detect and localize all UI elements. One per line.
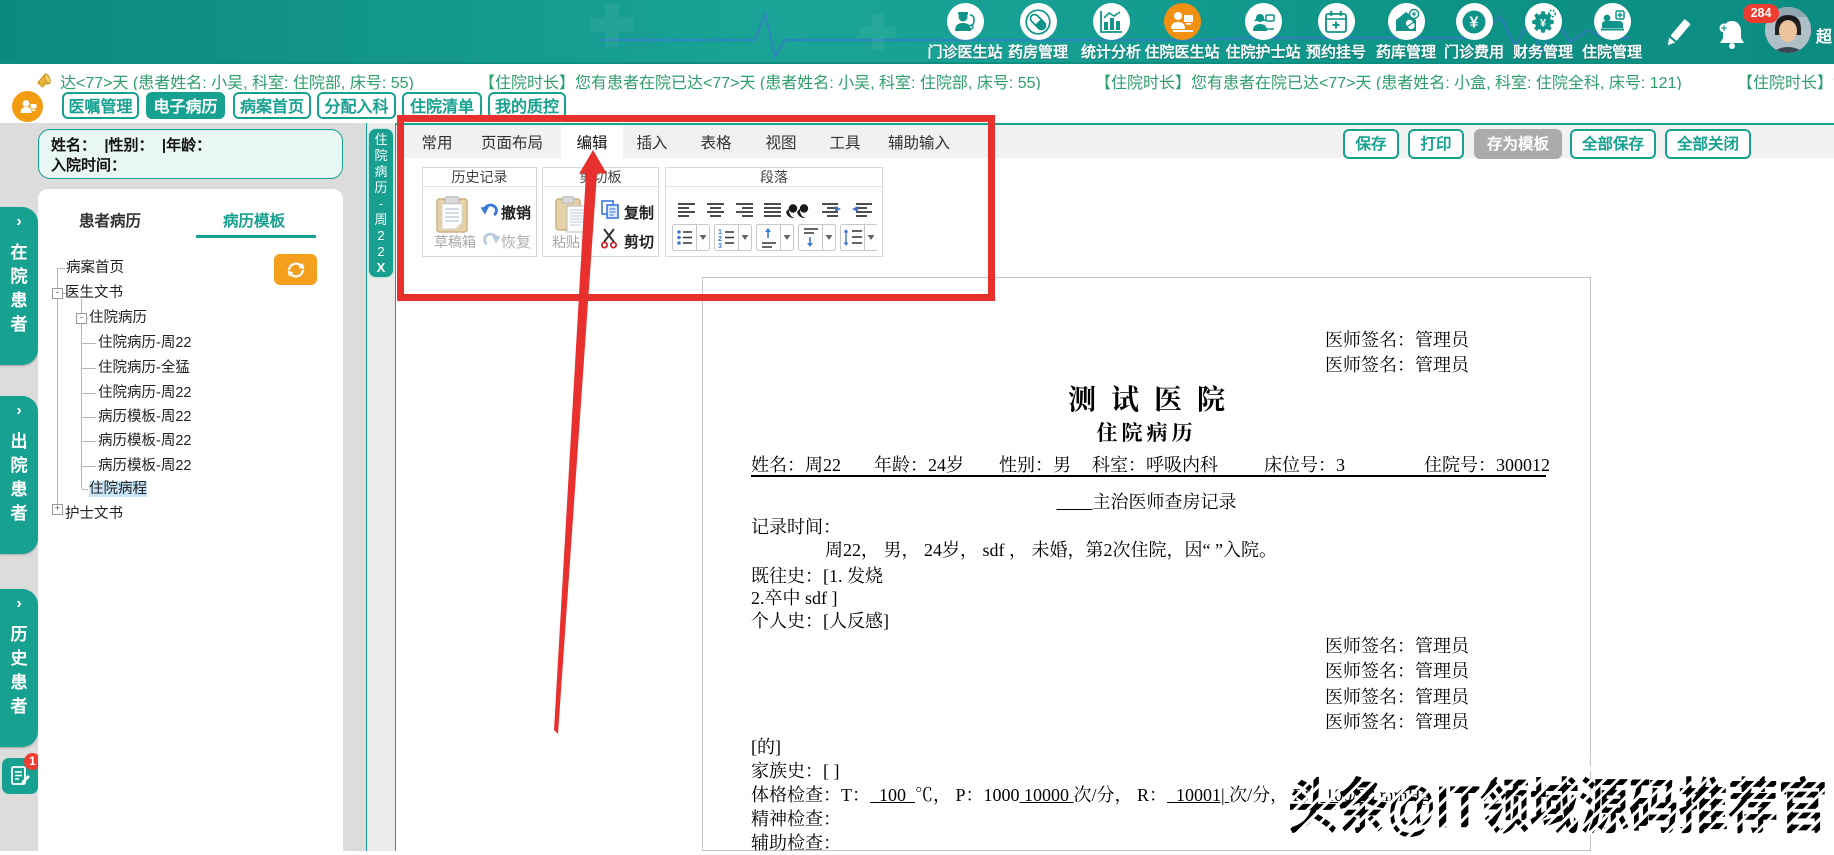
svg-text:¥: ¥	[1470, 14, 1479, 31]
svg-text:+: +	[1721, 23, 1727, 35]
svg-text:¥: ¥	[1540, 17, 1547, 29]
